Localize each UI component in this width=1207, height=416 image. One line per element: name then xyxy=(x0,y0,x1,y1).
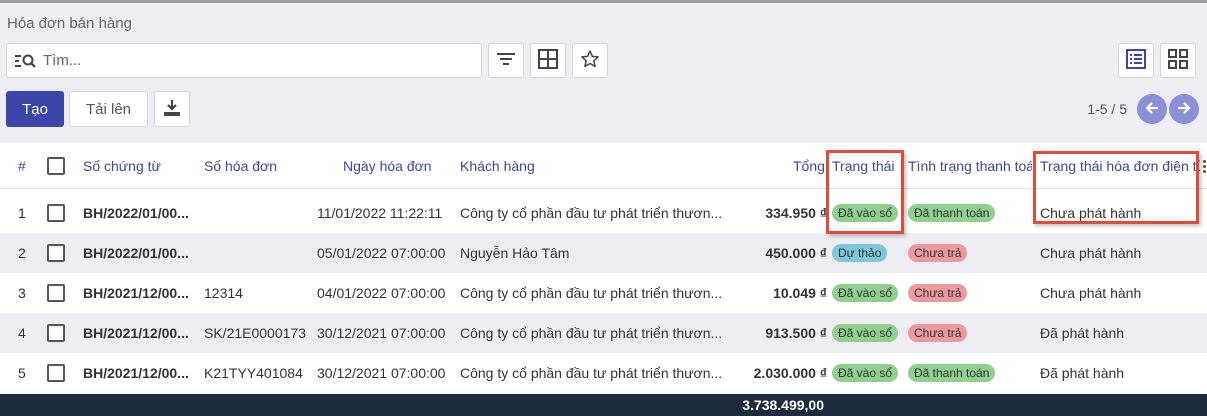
kanban-view-button[interactable] xyxy=(1160,43,1196,78)
voucher-no: BH/2022/01/00... xyxy=(83,205,189,221)
previous-page-button[interactable] xyxy=(1137,94,1167,124)
search-list-icon xyxy=(15,52,37,70)
table-row[interactable]: 4 BH/2021/12/00... SK/21E0000173 30/12/2… xyxy=(0,313,1207,353)
voucher-no: BH/2021/12/00... xyxy=(83,325,189,341)
einvoice-status: Đã phát hành xyxy=(1040,325,1125,341)
row-checkbox[interactable] xyxy=(47,324,65,342)
create-button[interactable]: Tạo xyxy=(6,91,64,127)
row-index: 4 xyxy=(18,325,26,341)
table-header: # Số chứng từ Số hóa đơn Ngày hóa đơn Kh… xyxy=(0,143,1207,189)
table-row[interactable]: 1 BH/2022/01/00... 11/01/2022 11:22:11 C… xyxy=(0,193,1207,233)
row-index: 3 xyxy=(18,285,26,301)
select-all-checkbox[interactable] xyxy=(47,157,65,175)
invoice-date: 11/01/2022 11:22:11 xyxy=(317,205,443,221)
grid-icon xyxy=(538,49,558,72)
highlight-box-status xyxy=(826,150,904,234)
download-icon xyxy=(163,99,181,120)
row-index: 2 xyxy=(18,245,26,261)
status-badge: Đã vào sổ xyxy=(832,364,899,382)
footer-total: 3.738.499,00 xyxy=(742,397,824,413)
payment-badge: Đã thanh toán xyxy=(908,204,996,222)
next-page-button[interactable] xyxy=(1169,94,1199,124)
column-options-icon[interactable] xyxy=(1203,160,1207,174)
pager-range[interactable]: 1-5 / 5 xyxy=(1087,101,1127,117)
row-index: 1 xyxy=(18,205,26,221)
status-badge: Đã vào sổ xyxy=(832,284,899,302)
invoice-no: K21TYY401084 xyxy=(204,365,303,381)
arrow-right-icon xyxy=(1177,101,1191,118)
list-view-icon xyxy=(1126,49,1146,72)
voucher-no: BH/2021/12/00... xyxy=(83,285,189,301)
favorites-button[interactable] xyxy=(572,43,608,78)
table-footer: 3.738.499,00 xyxy=(0,394,1207,416)
total: 334.950 ₫ xyxy=(765,205,827,221)
invoice-table: # Số chứng từ Số hóa đơn Ngày hóa đơn Kh… xyxy=(0,143,1207,394)
invoice-no: 12314 xyxy=(204,285,243,301)
upload-button[interactable]: Tải lên xyxy=(69,91,148,127)
total: 450.000 ₫ xyxy=(765,245,827,261)
invoice-date: 30/12/2021 07:00:00 xyxy=(317,325,446,341)
payment-badge: Chưa trả xyxy=(908,284,968,302)
einvoice-status: Đã phát hành xyxy=(1040,365,1125,381)
header-voucher-no[interactable]: Số chứng từ xyxy=(83,143,161,189)
row-checkbox[interactable] xyxy=(47,204,65,222)
einvoice-status: Chưa phát hành xyxy=(1040,285,1142,301)
invoice-date: 30/12/2021 07:00:00 xyxy=(317,365,446,381)
customer: Công ty cổ phần đầu tư phát triển thươn.… xyxy=(460,325,723,341)
kanban-view-icon xyxy=(1168,49,1188,72)
customer: Công ty cổ phần đầu tư phát triển thươn.… xyxy=(460,365,723,381)
header-invoice-no[interactable]: Số hóa đơn xyxy=(204,143,277,189)
row-index: 5 xyxy=(18,365,26,381)
download-button[interactable] xyxy=(154,91,190,127)
group-by-button[interactable] xyxy=(530,43,566,78)
filter-button[interactable] xyxy=(488,43,524,78)
voucher-no: BH/2022/01/00... xyxy=(83,245,189,261)
table-row[interactable]: 3 BH/2021/12/00... 12314 04/01/2022 07:0… xyxy=(0,273,1207,313)
table-row[interactable]: 5 BH/2021/12/00... K21TYY401084 30/12/20… xyxy=(0,353,1207,393)
invoice-date: 05/01/2022 07:00:00 xyxy=(317,245,446,261)
row-checkbox[interactable] xyxy=(47,364,65,382)
highlight-box-einvoice-status xyxy=(1033,151,1199,224)
search-input[interactable] xyxy=(43,52,463,69)
breadcrumb: Hóa đơn bán hàng xyxy=(7,15,132,32)
header-payment-status[interactable]: Tình trạng thanh toán xyxy=(908,143,1032,189)
row-checkbox[interactable] xyxy=(47,244,65,262)
einvoice-status: Chưa phát hành xyxy=(1040,245,1142,261)
invoice-date: 04/01/2022 07:00:00 xyxy=(317,285,446,301)
search-box[interactable] xyxy=(6,43,482,78)
header-total[interactable]: Tổng xyxy=(793,143,825,189)
voucher-no: BH/2021/12/00... xyxy=(83,365,189,381)
invoice-no: SK/21E0000173 xyxy=(204,325,306,341)
customer: Công ty cổ phần đầu tư phát triển thươn.… xyxy=(460,285,723,301)
arrow-left-icon xyxy=(1145,101,1159,118)
payment-badge: Chưa trả xyxy=(908,324,968,342)
payment-badge: Chưa trả xyxy=(908,244,968,262)
filter-icon xyxy=(497,52,515,69)
list-view-button[interactable] xyxy=(1118,43,1154,78)
total: 913.500 ₫ xyxy=(765,325,827,341)
total: 2.030.000 ₫ xyxy=(753,365,827,381)
star-icon xyxy=(580,49,600,72)
customer: Nguyễn Hảo Tâm xyxy=(460,245,570,261)
table-row[interactable]: 2 BH/2022/01/00... 05/01/2022 07:00:00 N… xyxy=(0,233,1207,273)
header-index: # xyxy=(18,158,26,174)
status-badge: Đã vào sổ xyxy=(832,324,899,342)
status-badge: Dự thảo xyxy=(832,244,888,262)
row-checkbox[interactable] xyxy=(47,284,65,302)
top-border xyxy=(0,0,1207,3)
customer: Công ty cổ phần đầu tư phát triển thươn.… xyxy=(460,205,723,221)
header-invoice-date[interactable]: Ngày hóa đơn xyxy=(343,143,432,189)
payment-badge: Đã thanh toán xyxy=(908,364,996,382)
total: 10.049 ₫ xyxy=(773,285,827,301)
header-customer[interactable]: Khách hàng xyxy=(460,143,535,189)
